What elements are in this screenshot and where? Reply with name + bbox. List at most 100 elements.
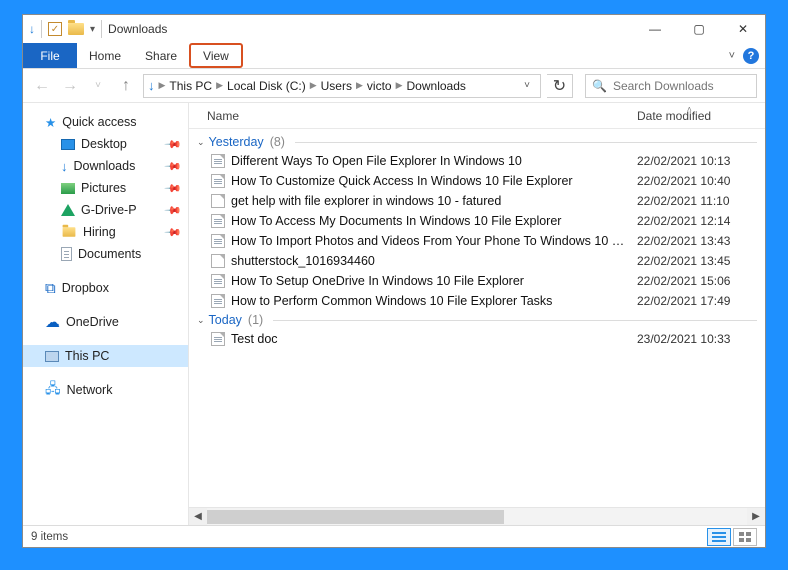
back-button[interactable]: ←	[31, 75, 53, 97]
group-header[interactable]: ⌄Yesterday(8)	[189, 133, 765, 151]
thispc-icon	[45, 351, 59, 362]
window-title: Downloads	[108, 22, 167, 36]
search-box[interactable]: 🔍	[585, 74, 757, 98]
address-bar[interactable]: ↓ ▶ This PC▶ Local Disk (C:)▶ Users▶ vic…	[143, 74, 541, 98]
grid-icon	[739, 532, 751, 542]
chevron-right-icon[interactable]: ▶	[216, 80, 223, 91]
group-name: Yesterday	[209, 135, 264, 149]
tab-file[interactable]: File	[23, 43, 77, 68]
file-icon	[211, 174, 225, 188]
new-folder-qat-icon[interactable]	[68, 23, 84, 35]
folder-icon	[63, 227, 76, 237]
tab-home[interactable]: Home	[77, 43, 133, 68]
file-row[interactable]: Different Ways To Open File Explorer In …	[189, 151, 765, 171]
file-name: How To Setup OneDrive In Windows 10 File…	[231, 274, 631, 288]
file-name: shutterstock_1016934460	[231, 254, 631, 268]
network-icon: 🖧	[45, 378, 61, 402]
address-dropdown-icon[interactable]: ˅	[524, 80, 530, 91]
horizontal-scrollbar[interactable]: ◀ ▶	[189, 507, 765, 525]
sidebar-item-gdrive[interactable]: G-Drive-P📌	[23, 199, 188, 221]
navigation-pane[interactable]: ★ Quick access Desktop📌 ↓Downloads📌 Pict…	[23, 103, 189, 525]
chevron-right-icon[interactable]: ▶	[310, 80, 317, 91]
down-arrow-icon: ↓	[61, 159, 68, 174]
file-row[interactable]: shutterstock_101693446022/02/2021 13:45	[189, 251, 765, 271]
file-date: 22/02/2021 15:06	[637, 274, 765, 288]
group-count: (8)	[270, 135, 285, 149]
qat-customize-icon[interactable]: ▾	[90, 24, 95, 35]
file-date: 22/02/2021 13:43	[637, 234, 765, 248]
chevron-right-icon[interactable]: ▶	[159, 80, 166, 91]
refresh-button[interactable]: ↻	[547, 74, 573, 98]
large-icons-view-button[interactable]	[733, 528, 757, 546]
tab-view[interactable]: View	[189, 43, 243, 68]
maximize-button[interactable]: ▢	[677, 15, 721, 43]
file-date: 22/02/2021 10:40	[637, 174, 765, 188]
column-headers: Name ˄ Date modified	[189, 103, 765, 129]
file-icon	[211, 214, 225, 228]
titlebar: ↓ ✓ ▾ Downloads — ▢ ✕	[23, 15, 765, 43]
qat-divider	[41, 20, 42, 38]
desktop-icon	[61, 139, 75, 150]
minimize-button[interactable]: —	[633, 15, 677, 43]
sidebar-item-network[interactable]: 🖧Network	[23, 379, 188, 401]
up-button[interactable]: ↑	[115, 75, 137, 97]
chevron-right-icon[interactable]: ▶	[396, 80, 403, 91]
file-icon	[211, 154, 225, 168]
crumb-users[interactable]: Users▶	[321, 79, 363, 93]
pin-icon: 📌	[164, 201, 183, 220]
details-view-button[interactable]	[707, 528, 731, 546]
sidebar-item-pictures[interactable]: Pictures📌	[23, 177, 188, 199]
dropbox-icon: ⧉	[45, 281, 56, 296]
file-row[interactable]: How To Setup OneDrive In Windows 10 File…	[189, 271, 765, 291]
help-icon[interactable]: ?	[743, 48, 759, 64]
file-icon	[211, 294, 225, 308]
file-icon	[211, 274, 225, 288]
scroll-left-button[interactable]: ◀	[189, 508, 207, 525]
crumb-downloads[interactable]: Downloads	[407, 79, 466, 93]
navigation-row: ← → ˅ ↑ ↓ ▶ This PC▶ Local Disk (C:)▶ Us…	[23, 69, 765, 103]
crumb-this-pc[interactable]: This PC▶	[169, 79, 223, 93]
scroll-thumb[interactable]	[207, 510, 504, 524]
scroll-right-button[interactable]: ▶	[747, 508, 765, 525]
sort-indicator-icon: ˄	[687, 105, 692, 114]
file-name: How To Customize Quick Access In Windows…	[231, 174, 631, 188]
sidebar-item-hiring[interactable]: Hiring📌	[23, 221, 188, 243]
scroll-track[interactable]	[207, 508, 747, 525]
sidebar-quick-access[interactable]: ★ Quick access	[23, 111, 188, 133]
close-button[interactable]: ✕	[721, 15, 765, 43]
crumb-user[interactable]: victo▶	[367, 79, 403, 93]
file-name: Different Ways To Open File Explorer In …	[231, 154, 631, 168]
sidebar-item-documents[interactable]: Documents	[23, 243, 188, 265]
file-row[interactable]: How To Customize Quick Access In Windows…	[189, 171, 765, 191]
file-explorer-window: ↓ ✓ ▾ Downloads — ▢ ✕ File Home Share Vi…	[22, 14, 766, 548]
sidebar-item-dropbox[interactable]: ⧉Dropbox	[23, 277, 188, 299]
pin-icon: 📌	[164, 179, 183, 198]
sidebar-item-onedrive[interactable]: ☁OneDrive	[23, 311, 188, 333]
search-input[interactable]	[613, 79, 750, 93]
file-row[interactable]: get help with file explorer in windows 1…	[189, 191, 765, 211]
ribbon-expand-icon[interactable]: ˅	[729, 50, 735, 62]
sidebar-item-this-pc[interactable]: This PC	[23, 345, 188, 367]
file-row[interactable]: How To Import Photos and Videos From You…	[189, 231, 765, 251]
column-name[interactable]: Name	[207, 109, 637, 123]
crumb-local-disk[interactable]: Local Disk (C:)▶	[227, 79, 317, 93]
group-name: Today	[209, 313, 242, 327]
file-date: 22/02/2021 10:13	[637, 154, 765, 168]
recent-locations-icon[interactable]: ˅	[87, 75, 109, 97]
properties-qat-icon[interactable]: ✓	[48, 22, 62, 36]
tab-share[interactable]: Share	[133, 43, 189, 68]
file-date: 22/02/2021 11:10	[637, 194, 765, 208]
chevron-right-icon[interactable]: ▶	[356, 80, 363, 91]
file-date: 22/02/2021 17:49	[637, 294, 765, 308]
sidebar-item-downloads[interactable]: ↓Downloads📌	[23, 155, 188, 177]
sidebar-item-desktop[interactable]: Desktop📌	[23, 133, 188, 155]
pictures-icon	[61, 183, 75, 194]
file-list[interactable]: ⌄Yesterday(8)Different Ways To Open File…	[189, 129, 765, 507]
group-header[interactable]: ⌄Today(1)	[189, 311, 765, 329]
down-arrow-icon: ↓	[29, 22, 35, 36]
file-row[interactable]: Test doc23/02/2021 10:33	[189, 329, 765, 349]
file-row[interactable]: How To Access My Documents In Windows 10…	[189, 211, 765, 231]
column-date-modified[interactable]: ˄ Date modified	[637, 109, 765, 123]
file-row[interactable]: How to Perform Common Windows 10 File Ex…	[189, 291, 765, 311]
forward-button[interactable]: →	[59, 75, 81, 97]
